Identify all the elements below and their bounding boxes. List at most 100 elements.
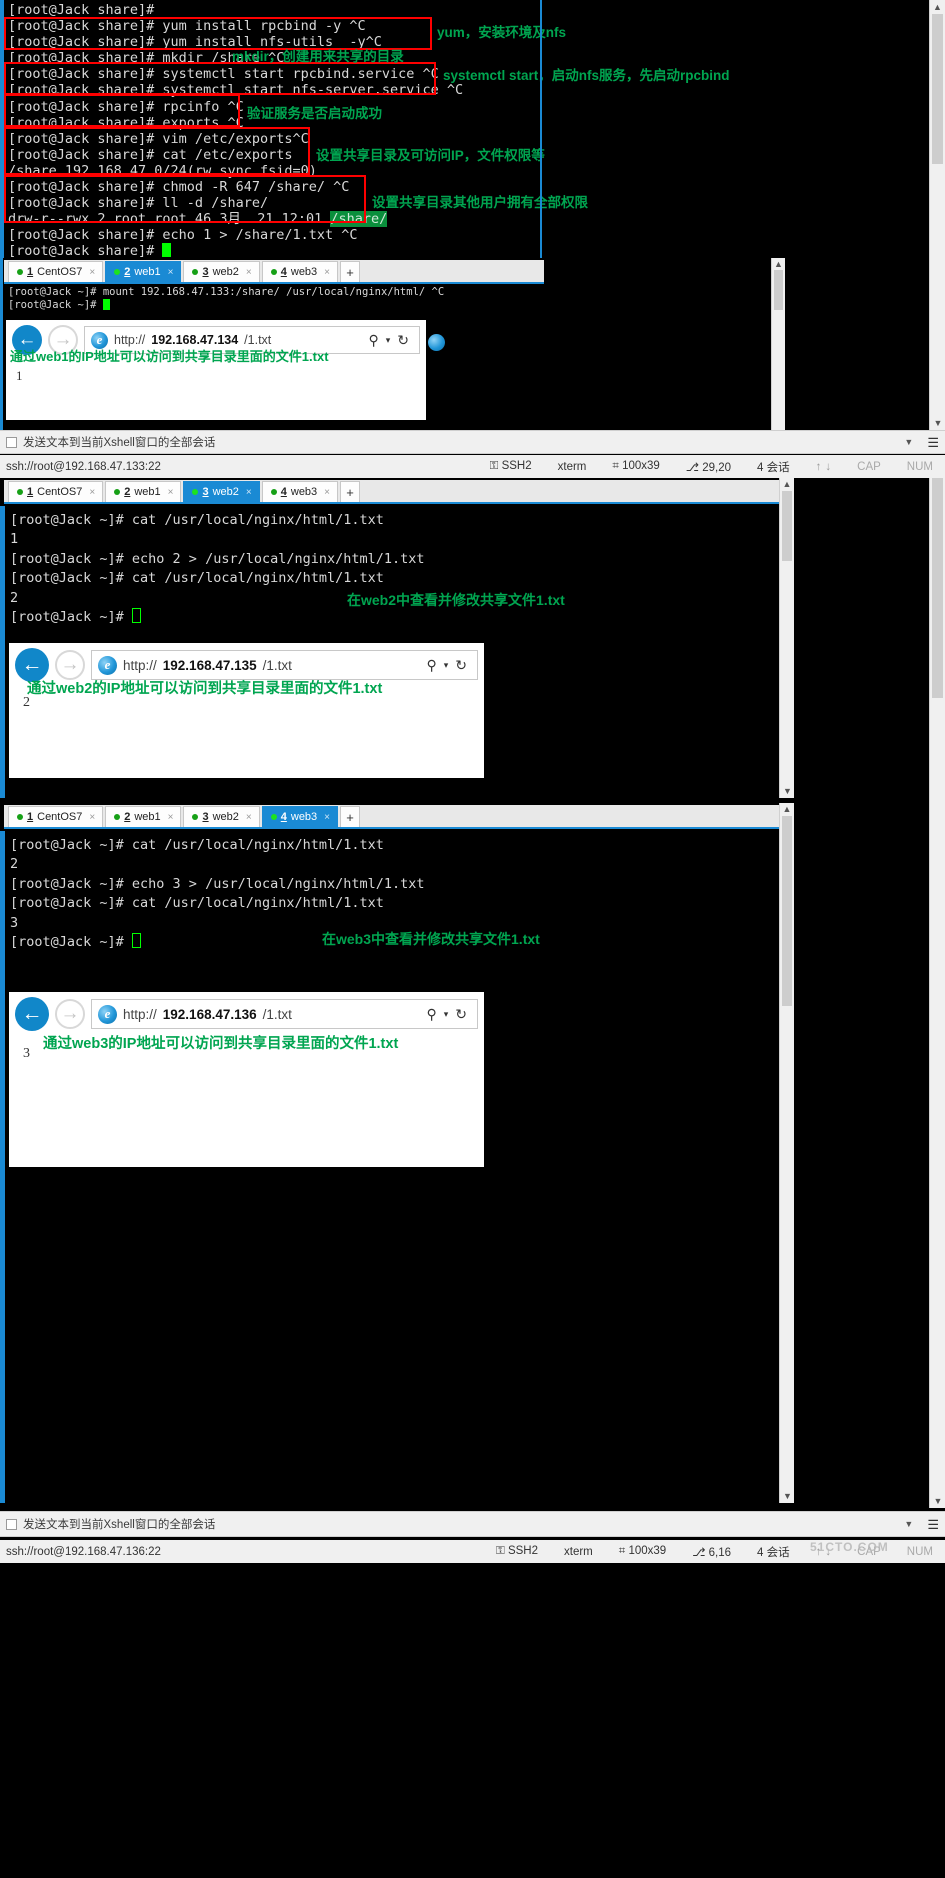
tab-web3[interactable]: 4 web3 × — [261, 261, 339, 282]
session-status-icon — [17, 269, 23, 275]
tab-centos7[interactable]: 1 CentOS7 × — [8, 261, 104, 282]
new-tab-button[interactable]: + — [340, 806, 361, 827]
close-icon[interactable]: × — [324, 812, 330, 823]
search-icon[interactable]: ⚲ — [368, 332, 378, 349]
watermark: 51CTO.COM — [810, 1540, 889, 1554]
annotation-web2-browser: 通过web2的IP地址可以访问到共享目录里面的文件1.txt — [27, 681, 383, 697]
tab-web1[interactable]: 2 web1 × — [105, 261, 182, 282]
chevron-down-icon[interactable]: ▾ — [444, 660, 449, 671]
close-icon[interactable]: × — [246, 487, 252, 498]
tab-number: 2 — [124, 486, 131, 498]
close-icon[interactable]: × — [324, 487, 330, 498]
close-icon[interactable]: × — [89, 487, 95, 498]
terminal-line: [root@Jack ~]# — [8, 299, 444, 312]
tab-centos7[interactable]: 1 CentOS7 × — [8, 806, 104, 827]
chevron-down-icon[interactable]: ▼ — [904, 437, 913, 447]
status-protocol: SSH2 — [507, 1545, 539, 1557]
session-status-icon — [114, 489, 121, 495]
host-terminal-text[interactable]: [root@Jack share]# [root@Jack share]# yum… — [8, 2, 464, 260]
tab-label: web3 — [290, 266, 318, 278]
cursor-block — [131, 933, 141, 949]
status-protocol: SSH2 — [501, 460, 532, 472]
close-icon[interactable]: × — [168, 267, 174, 278]
chevron-down-icon[interactable]: ▾ — [386, 335, 391, 346]
tab-web3[interactable]: 4 web3 × — [261, 806, 339, 827]
session-status-icon — [114, 814, 121, 820]
close-icon[interactable]: × — [89, 812, 95, 823]
terminal-line: /share 192.168.47.0/24(rw,sync,fsid=0) — [8, 162, 317, 179]
chevron-down-icon[interactable]: ▼ — [904, 1519, 913, 1529]
tab-centos7[interactable]: 1 CentOS7 × — [8, 481, 104, 502]
refresh-icon[interactable]: ↻ — [397, 332, 409, 349]
web1-terminal-text[interactable]: [root@Jack ~]# mount 192.168.47.133:/sha… — [8, 286, 445, 312]
outer-scrollbar-bottom[interactable]: ▼ — [929, 478, 945, 1508]
web3-tabbar[interactable]: 1 CentOS7 × 2 web1 × 3 web2 × 4 web3 × + — [4, 805, 779, 829]
tab-web1[interactable]: 2 web1 × — [105, 806, 182, 827]
send-text-label: 发送文本到当前Xshell窗口的全部会话 — [23, 1519, 216, 1531]
tab-web3[interactable]: 4 web3 × — [261, 481, 339, 502]
session-status-icon — [17, 814, 23, 820]
terminal-line: [root@Jack ~]# echo 3 > /usr/local/nginx… — [10, 875, 425, 892]
internet-explorer-icon-secondary — [428, 334, 445, 351]
web1-tabbar[interactable]: 1 CentOS7 × 2 web1 × 3 web2 × 4 web3 × + — [4, 260, 560, 284]
tab-web2[interactable]: 3 web2 × — [183, 481, 260, 502]
lock-icon: ⚿ — [489, 460, 499, 472]
annotation-yum: yum，安装环境及nfs — [437, 25, 567, 40]
tab-label: web2 — [212, 811, 239, 823]
url-path: /1.txt — [262, 657, 292, 673]
tab-label: web1 — [134, 486, 161, 498]
terminal-line: [root@Jack share]# exports ^C — [8, 114, 244, 131]
web1-browser: ← → http://192.168.47.134/1.txt ⚲ ▾ ↻ 1 … — [6, 320, 426, 420]
web3-scrollbar[interactable]: ▲ ▼ — [779, 803, 794, 1503]
search-icon[interactable]: ⚲ — [426, 657, 436, 674]
chevron-down-icon[interactable]: ▾ — [444, 1009, 449, 1020]
status-cursor-pos: 6,16 — [708, 1546, 732, 1559]
close-icon[interactable]: × — [246, 267, 252, 278]
send-text-bar-bottom[interactable]: 发送文本到当前Xshell窗口的全部会话 ▼ ☰ — [0, 1511, 945, 1537]
forward-arrow-icon[interactable]: → — [55, 999, 85, 1029]
close-icon[interactable]: × — [246, 812, 252, 823]
web1-scrollbar[interactable]: ▲ — [771, 258, 785, 430]
terminal-line: 2 — [10, 856, 19, 873]
internet-explorer-icon — [98, 1004, 117, 1024]
forward-arrow-icon[interactable]: → — [55, 650, 85, 680]
web2-browser-body: 2 通过web2的IP地址可以访问到共享目录里面的文件1.txt — [9, 681, 484, 772]
web2-scrollbar[interactable]: ▲ ▼ — [779, 478, 794, 798]
annotation-verify: 验证服务是否启动成功 — [247, 106, 382, 121]
web2-tabbar[interactable]: 1 CentOS7 × 2 web1 × 3 web2 × 4 web3 × + — [4, 480, 779, 504]
menu-icon[interactable]: ☰ — [927, 436, 939, 449]
web3-url-bar[interactable]: http:// 192.168.47.136/1.txt ⚲ ▾ ↻ — [91, 999, 478, 1029]
send-all-checkbox[interactable] — [6, 436, 17, 448]
outer-scrollbar-top[interactable]: ▲ ▼ — [929, 0, 945, 430]
send-text-bar-middle[interactable]: 发送文本到当前Xshell窗口的全部会话 ▼ ☰ — [0, 430, 945, 454]
close-icon[interactable]: × — [168, 487, 174, 498]
tab-label: CentOS7 — [37, 266, 83, 278]
status-size: 100x39 — [622, 460, 660, 472]
new-tab-button[interactable]: + — [340, 481, 361, 502]
refresh-icon[interactable]: ↻ — [455, 657, 467, 674]
session-status-icon — [192, 269, 199, 275]
cursor-block — [102, 299, 110, 310]
refresh-icon[interactable]: ↻ — [455, 1006, 467, 1023]
cursor-block — [131, 608, 141, 624]
new-tab-button[interactable]: + — [340, 261, 361, 282]
status-bar-bottom: ssh://root@192.168.47.136:22 ⚿ SSH2 xter… — [0, 1540, 945, 1563]
terminal-line: [root@Jack ~]# cat /usr/local/nginx/html… — [10, 837, 384, 853]
close-icon[interactable]: × — [324, 267, 330, 278]
send-all-checkbox[interactable] — [6, 1518, 17, 1530]
search-icon[interactable]: ⚲ — [426, 1006, 436, 1023]
annotation-chmod: 设置共享目录其他用户拥有全部权限 — [372, 195, 588, 210]
status-terminal-type: xterm — [564, 1545, 593, 1558]
close-icon[interactable]: × — [168, 812, 174, 823]
web2-browser: ← → http://192.168.47.135/1.txt ⚲ ▾ ↻ 2 … — [9, 643, 484, 778]
menu-icon[interactable]: ☰ — [927, 1518, 939, 1531]
status-caps-lock: CAP — [857, 460, 881, 473]
annotation-web2-term: 在web2中查看并修改共享文件1.txt — [347, 592, 565, 608]
close-icon[interactable]: × — [89, 267, 95, 278]
tab-number: 2 — [124, 266, 131, 278]
tab-web1[interactable]: 2 web1 × — [105, 481, 182, 502]
web2-url-bar[interactable]: http:// 192.168.47.135/1.txt ⚲ ▾ ↻ — [91, 650, 478, 680]
back-arrow-icon[interactable]: ← — [15, 997, 49, 1031]
tab-web2[interactable]: 3 web2 × — [183, 806, 260, 827]
tab-web2[interactable]: 3 web2 × — [183, 261, 260, 282]
